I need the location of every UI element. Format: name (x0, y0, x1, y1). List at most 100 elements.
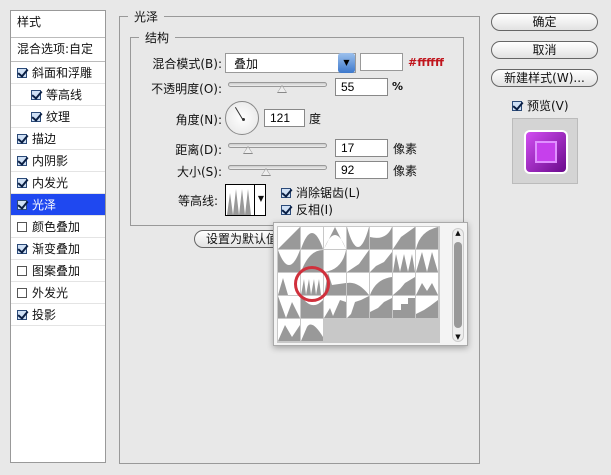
contour-preset[interactable] (347, 250, 369, 272)
slider-thumb[interactable] (276, 85, 287, 93)
style-item[interactable]: 渐变叠加 (11, 238, 105, 260)
style-item[interactable]: 纹理 (11, 106, 105, 128)
size-unit: 像素 (393, 164, 418, 178)
checkbox-icon[interactable] (17, 288, 27, 298)
checkbox-icon[interactable] (17, 156, 27, 166)
checkbox-icon[interactable] (31, 112, 41, 122)
contour-curve-icon (370, 227, 392, 249)
contour-preset[interactable] (393, 227, 415, 249)
size-label: 大小(S): (176, 165, 222, 179)
checkbox-icon (512, 101, 522, 111)
blend-mode-select[interactable]: 叠加 ▼ (225, 53, 356, 73)
checkbox-icon[interactable] (17, 178, 27, 188)
contour-curve-icon (278, 296, 300, 318)
contour-preset[interactable] (301, 227, 323, 249)
new-style-button[interactable]: 新建样式(W)... (491, 69, 598, 87)
contour-preset[interactable] (347, 296, 369, 318)
checkbox-icon[interactable] (17, 266, 27, 276)
style-item[interactable]: 外发光 (11, 282, 105, 304)
structure-title: 结构 (145, 31, 170, 45)
style-item[interactable]: 投影 (11, 304, 105, 326)
contour-picker-button[interactable]: ▼ (225, 184, 266, 216)
scroll-up-icon[interactable]: ▲ (453, 229, 463, 237)
contour-preset[interactable] (393, 250, 415, 272)
color-swatch[interactable] (360, 53, 403, 71)
color-hex-annotation: #ffffff (408, 56, 444, 69)
antialias-checkbox[interactable]: 消除锯齿(L) (281, 184, 360, 201)
invert-checkbox[interactable]: 反相(I) (281, 201, 333, 218)
style-item[interactable]: 颜色叠加 (11, 216, 105, 238)
angle-dial[interactable] (225, 101, 259, 135)
contour-preset[interactable] (278, 296, 300, 318)
contour-preset[interactable] (324, 250, 346, 272)
distance-input[interactable] (335, 139, 388, 157)
contour-curve-icon (393, 227, 415, 249)
angle-input[interactable] (264, 109, 305, 127)
contour-label: 等高线: (177, 194, 218, 208)
style-item[interactable]: 等高线 (11, 84, 105, 106)
contour-preset[interactable] (324, 296, 346, 318)
checkbox-icon[interactable] (31, 90, 41, 100)
style-item[interactable]: 内发光 (11, 172, 105, 194)
checkbox-icon (281, 205, 291, 215)
cancel-button[interactable]: 取消 (491, 41, 598, 59)
contour-preset[interactable] (370, 227, 392, 249)
contour-preset[interactable] (393, 273, 415, 295)
distance-slider[interactable] (228, 143, 327, 154)
style-item-label: 斜面和浮雕 (32, 66, 93, 80)
contour-preset[interactable] (278, 250, 300, 272)
contour-preset[interactable] (278, 319, 300, 341)
chevron-down-icon: ▼ (257, 194, 264, 203)
checkbox-icon[interactable] (17, 310, 27, 320)
scroll-down-icon[interactable]: ▼ (453, 333, 463, 341)
blending-options-item[interactable]: 混合选项:自定 (11, 38, 105, 62)
contour-preset[interactable] (370, 296, 392, 318)
contour-preset[interactable] (347, 273, 369, 295)
checkbox-icon[interactable] (17, 244, 27, 254)
contour-preset[interactable] (370, 273, 392, 295)
satin-title: 光泽 (134, 10, 159, 24)
size-slider[interactable] (228, 165, 327, 176)
contour-preset[interactable] (416, 273, 438, 295)
slider-thumb[interactable] (260, 168, 271, 176)
style-item-label: 渐变叠加 (32, 242, 81, 256)
contour-curve-icon (347, 296, 369, 318)
checkbox-icon[interactable] (17, 134, 27, 144)
contour-curve-icon (278, 227, 300, 249)
contour-preset[interactable] (347, 227, 369, 249)
opacity-slider[interactable] (228, 82, 327, 93)
contour-curve-icon (347, 282, 369, 295)
opacity-input[interactable] (335, 78, 388, 96)
checkbox-icon[interactable] (17, 68, 27, 78)
contour-curve-icon (278, 250, 300, 272)
checkbox-icon[interactable] (17, 222, 27, 232)
contour-preset[interactable] (278, 227, 300, 249)
slider-thumb[interactable] (243, 146, 254, 154)
style-item[interactable]: 内阴影 (11, 150, 105, 172)
contour-preset[interactable] (324, 227, 346, 249)
contour-preset[interactable] (416, 227, 438, 249)
contour-preset[interactable] (416, 250, 438, 272)
contour-curve-icon (278, 325, 300, 341)
style-item[interactable]: 斜面和浮雕 (11, 62, 105, 84)
contour-curve-icon (393, 298, 415, 318)
contour-curve-icon (347, 250, 369, 272)
scrollbar-thumb[interactable] (454, 242, 462, 328)
contour-preset[interactable] (393, 296, 415, 318)
distance-unit: 像素 (393, 142, 418, 156)
contour-preset[interactable] (301, 319, 323, 341)
style-item[interactable]: 光泽 (11, 194, 105, 216)
preview-checkbox[interactable]: 预览(V) (512, 97, 569, 114)
ok-button[interactable]: 确定 (491, 13, 598, 31)
contour-curve-icon (370, 298, 392, 318)
contour-curve-icon (393, 254, 415, 272)
style-item[interactable]: 描边 (11, 128, 105, 150)
contour-preset[interactable] (416, 296, 438, 318)
scrollbar[interactable]: ▲ ▼ (452, 228, 464, 342)
checkbox-icon[interactable] (17, 200, 27, 210)
styles-list: 样式 混合选项:自定 斜面和浮雕 等高线 纹理 描边 内阴影 内发光 光泽 颜色叠加 渐变叠加图… (10, 10, 106, 463)
contour-curve-icon (324, 300, 346, 318)
size-input[interactable] (335, 161, 388, 179)
contour-preset[interactable] (370, 250, 392, 272)
style-item[interactable]: 图案叠加 (11, 260, 105, 282)
